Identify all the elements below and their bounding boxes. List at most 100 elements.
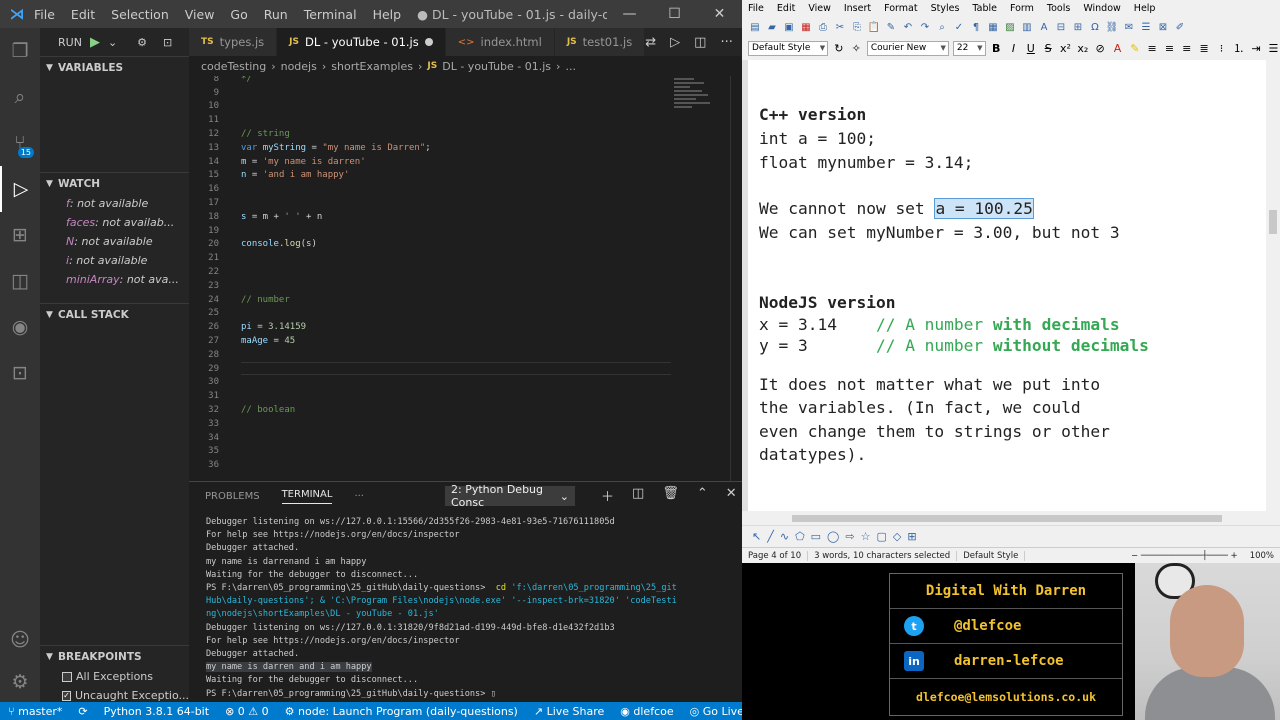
- chevron-up-icon[interactable]: ⌃: [697, 486, 708, 505]
- code-line[interactable]: 22: [189, 265, 669, 279]
- font-name-select[interactable]: Courier New ▼: [866, 40, 949, 56]
- track-changes-icon[interactable]: ⊠: [1156, 20, 1170, 34]
- paragraph-style-select[interactable]: Default Style ▼: [748, 40, 829, 56]
- scroll-thumb[interactable]: [1269, 210, 1277, 234]
- code-line[interactable]: 18 s = m + ' ' + n: [189, 210, 669, 224]
- code-line[interactable]: 26 pi = 3.14159: [189, 320, 669, 334]
- insert-chart-icon[interactable]: ▥: [1020, 20, 1034, 34]
- sync-icon[interactable]: ⟳: [70, 705, 95, 718]
- redo-icon[interactable]: ↷: [918, 20, 932, 34]
- code-line[interactable]: 16: [189, 182, 669, 196]
- extensions-icon[interactable]: ⊞: [0, 212, 40, 258]
- minimap[interactable]: [674, 76, 730, 481]
- tab-problems[interactable]: PROBLEMS: [205, 491, 260, 502]
- star-icon[interactable]: ☆: [861, 530, 871, 543]
- add-terminal-icon[interactable]: ＋: [601, 486, 614, 505]
- writer-menu-window[interactable]: Window: [1083, 3, 1120, 14]
- superscript-icon[interactable]: x²: [1059, 42, 1072, 55]
- menu-file[interactable]: File: [34, 7, 55, 22]
- code-line[interactable]: 35: [189, 445, 669, 459]
- menu-help[interactable]: Help: [373, 7, 402, 22]
- writer-menu-edit[interactable]: Edit: [777, 3, 795, 14]
- writer-menu-format[interactable]: Format: [884, 3, 917, 14]
- breakpoint-all-exceptions[interactable]: All Exceptions: [40, 667, 189, 686]
- python-interpreter[interactable]: Python 3.8.1 64-bit: [96, 705, 217, 718]
- watch-item[interactable]: f: not available: [40, 194, 189, 213]
- font-size-select[interactable]: 22 ▼: [952, 40, 986, 56]
- run-file-icon[interactable]: ▷: [670, 35, 680, 50]
- breadcrumb-item[interactable]: ...: [565, 60, 576, 73]
- code-line[interactable]: 27 maAge = 45: [189, 334, 669, 348]
- breadcrumb-item[interactable]: codeTesting: [201, 60, 266, 73]
- code-line[interactable]: 24 // number: [189, 293, 669, 307]
- writer-vertical-scrollbar[interactable]: [1266, 60, 1280, 511]
- menu-run[interactable]: Run: [264, 7, 288, 22]
- page-style[interactable]: Default Style: [957, 550, 1026, 561]
- export-pdf-icon[interactable]: ▦: [799, 20, 813, 34]
- close-icon[interactable]: ✕: [697, 6, 742, 22]
- code-line[interactable]: 21: [189, 251, 669, 265]
- clear-formatting-icon[interactable]: ⊘: [1093, 42, 1106, 55]
- code-line[interactable]: 12 // string: [189, 127, 669, 141]
- code-line[interactable]: 15 n = 'and i am happy': [189, 169, 669, 183]
- launch-config[interactable]: ⚙ node: Launch Program (daily-questions): [277, 705, 526, 718]
- watch-item[interactable]: i: not available: [40, 251, 189, 270]
- code-line[interactable]: 19: [189, 224, 669, 238]
- insert-table-icon[interactable]: ▦: [986, 20, 1000, 34]
- writer-menu-table[interactable]: Table: [972, 3, 997, 14]
- tab-terminal[interactable]: TERMINAL: [281, 489, 333, 504]
- strikethrough-icon[interactable]: S: [1042, 42, 1055, 55]
- variables-section-header[interactable]: ▼ VARIABLES: [40, 56, 189, 78]
- callout-icon[interactable]: ▢: [876, 530, 886, 543]
- font-color-icon[interactable]: A: [1111, 42, 1124, 55]
- code-line[interactable]: 23: [189, 279, 669, 293]
- print-icon[interactable]: ⎙: [816, 20, 830, 34]
- code-line[interactable]: 14 m = 'my name is darren': [189, 155, 669, 169]
- sidebar-toggle-icon[interactable]: ☰: [1267, 42, 1280, 55]
- live-share[interactable]: ↗ Live Share: [526, 705, 612, 718]
- code-line[interactable]: 32 // boolean: [189, 403, 669, 417]
- curve-icon[interactable]: ∿: [780, 530, 789, 543]
- menu-selection[interactable]: Selection: [111, 7, 169, 22]
- code-line[interactable]: 25: [189, 307, 669, 321]
- split-editor-icon[interactable]: ◫: [694, 35, 706, 50]
- paste-icon[interactable]: 📋: [867, 20, 881, 34]
- github-user[interactable]: ◉ dlefcoe: [612, 705, 681, 718]
- textbox-icon[interactable]: ⊞: [907, 530, 916, 543]
- italic-icon[interactable]: I: [1007, 42, 1020, 55]
- document-page[interactable]: C++ version int a = 100; float mynumber …: [748, 60, 1266, 511]
- code-line[interactable]: 9: [189, 86, 669, 100]
- checkbox-unchecked[interactable]: [62, 671, 72, 682]
- more-actions-icon[interactable]: ···: [720, 35, 732, 50]
- open-icon[interactable]: ▰: [765, 20, 779, 34]
- hyperlink-icon[interactable]: ⛓: [1105, 20, 1119, 34]
- watch-item[interactable]: N: not available: [40, 232, 189, 251]
- align-center-icon[interactable]: ≡: [1163, 42, 1176, 55]
- code-line[interactable]: 30: [189, 376, 669, 390]
- cut-icon[interactable]: ✂: [833, 20, 847, 34]
- page-break-icon[interactable]: ⊟: [1054, 20, 1068, 34]
- tab-index-html[interactable]: <> index.html: [445, 28, 555, 56]
- highlight-icon[interactable]: ✎: [1128, 42, 1141, 55]
- panel-more-icon[interactable]: ···: [354, 491, 364, 502]
- menu-view[interactable]: View: [185, 7, 215, 22]
- save-icon[interactable]: ▣: [782, 20, 796, 34]
- checkbox-checked[interactable]: ✓: [62, 690, 71, 701]
- writer-menu-form[interactable]: Form: [1010, 3, 1034, 14]
- code-line[interactable]: 31: [189, 389, 669, 403]
- go-live[interactable]: ◎ Go Live: [682, 705, 742, 718]
- menu-edit[interactable]: Edit: [71, 7, 95, 22]
- menu-go[interactable]: Go: [230, 7, 247, 22]
- tab-test01-js[interactable]: JS test01.js: [554, 28, 646, 56]
- rectangle-icon[interactable]: ▭: [811, 530, 821, 543]
- run-debug-icon[interactable]: ▷: [0, 166, 40, 212]
- source-control-icon[interactable]: ⑂ 15: [0, 120, 40, 166]
- ellipse-icon[interactable]: ◯: [827, 530, 839, 543]
- debug-settings-gear-icon[interactable]: ⚙: [137, 36, 147, 49]
- special-character-icon[interactable]: Ω: [1088, 20, 1102, 34]
- account-icon[interactable]: ☺: [0, 620, 40, 660]
- formatting-marks-icon[interactable]: ¶: [969, 20, 983, 34]
- arrow-icon[interactable]: ⇨: [845, 530, 854, 543]
- tab-types-js[interactable]: TS types.js: [189, 28, 278, 56]
- config-dropdown-icon[interactable]: ⌄: [108, 36, 117, 49]
